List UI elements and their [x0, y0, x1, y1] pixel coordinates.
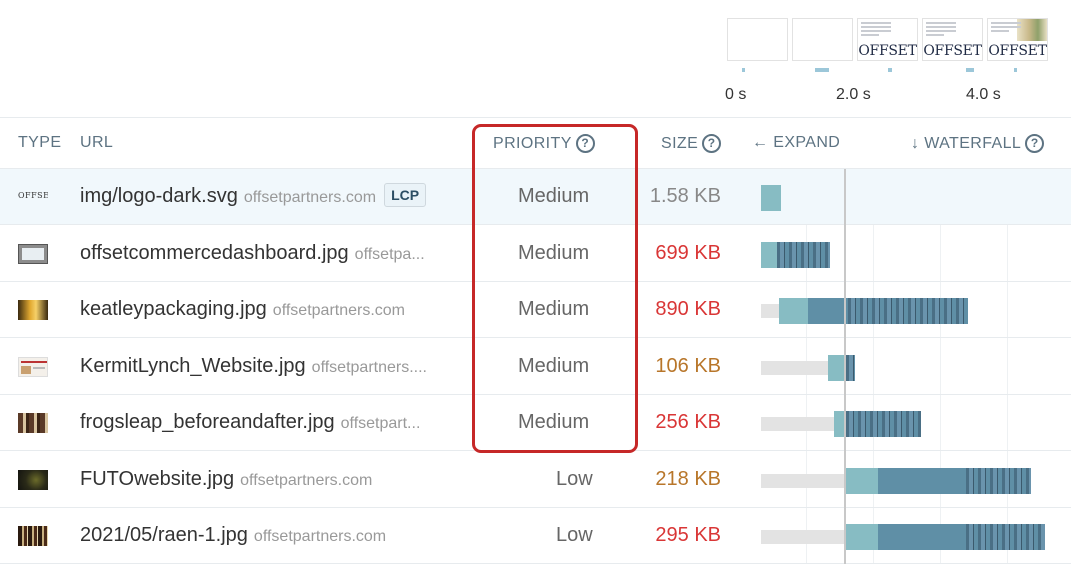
thumb-screen: [22, 248, 44, 260]
timeline-tick: [815, 68, 829, 72]
lcp-marker-line: [844, 169, 846, 564]
column-header-size[interactable]: SIZE ?: [661, 134, 722, 153]
priority-column-highlight: [472, 124, 638, 453]
filmstrip-frame[interactable]: OFFSET: [922, 18, 983, 61]
size-value: 1.58 KB: [649, 185, 721, 207]
size-value: 106 KB: [655, 355, 721, 377]
waterfall-bar-wait[interactable]: [761, 530, 846, 544]
waterfall-bar-download[interactable]: [848, 298, 968, 324]
waterfall-bar-ttfb[interactable]: [779, 298, 808, 324]
expand-button[interactable]: ← EXPAND: [752, 134, 840, 152]
file-thumbnail: OFFSET: [18, 191, 48, 203]
request-url[interactable]: KermitLynch_Website.jpg offsetpartners..…: [80, 355, 427, 378]
request-url[interactable]: img/logo-dark.svg offsetpartners.com LCP: [80, 183, 427, 209]
file-thumbnail: [18, 244, 48, 264]
help-icon[interactable]: ?: [702, 134, 722, 153]
expand-label: ← EXPAND: [752, 134, 841, 151]
request-path: frogsleap_beforeandafter.jpg: [80, 411, 335, 433]
waterfall-bar-wait[interactable]: [761, 304, 779, 318]
request-domain: offsetpartners....: [311, 359, 427, 376]
timeline-tick: [742, 68, 745, 72]
table-row[interactable]: 2021/05/raen-1.jpg offsetpartners.com Lo…: [0, 508, 1071, 564]
request-url[interactable]: offsetcommercedashboard.jpg offsetpa...: [80, 242, 425, 265]
filmstrip-frame[interactable]: OFFSET: [987, 18, 1048, 61]
waterfall-bar-download[interactable]: [966, 468, 1031, 494]
column-header-type-label: TYPE: [18, 134, 62, 151]
filmstrip-frame[interactable]: OFFSET: [857, 18, 918, 61]
request-path: offsetcommercedashboard.jpg: [80, 242, 349, 264]
frame-text-lines: [926, 22, 956, 38]
waterfall-bar[interactable]: [761, 185, 781, 211]
waterfall-bar-download[interactable]: [808, 298, 848, 324]
offset-logo: OFFSET: [18, 191, 48, 200]
column-header-url[interactable]: URL: [80, 134, 113, 152]
frame-logo: OFFSET: [988, 43, 1047, 59]
file-thumbnail: [18, 300, 48, 320]
request-path: 2021/05/raen-1.jpg: [80, 524, 248, 546]
frame-logo: OFFSET: [923, 43, 982, 59]
waterfall-bar-wait[interactable]: [761, 417, 834, 431]
frame-text-lines: [991, 22, 1021, 34]
request-domain: offsetpartners.com: [240, 472, 373, 489]
size-value: 295 KB: [655, 524, 721, 546]
time-label-0: 0 s: [725, 86, 747, 103]
waterfall-sort-button[interactable]: ↓ WATERFALL ?: [911, 134, 1045, 153]
size-value: 218 KB: [655, 468, 721, 490]
thumb-text: [33, 367, 45, 369]
waterfall-bar-download[interactable]: [966, 524, 1045, 550]
size-value: 890 KB: [655, 298, 721, 320]
timeline-tick: [966, 68, 974, 72]
timeline-tick: [1014, 68, 1017, 72]
waterfall-bar-ttfb[interactable]: [761, 242, 777, 268]
waterfall-bar-ttfb[interactable]: [846, 468, 878, 494]
file-thumbnail: [18, 357, 48, 377]
file-thumbnail: [18, 526, 48, 546]
table-row[interactable]: FUTOwebsite.jpg offsetpartners.com Low 2…: [0, 452, 1071, 508]
lcp-badge: LCP: [384, 183, 427, 207]
size-value: 699 KB: [655, 242, 721, 264]
help-icon[interactable]: ?: [1025, 134, 1045, 153]
priority-value: Low: [556, 468, 593, 490]
request-domain: offsetpartners.com: [272, 302, 406, 319]
request-url[interactable]: frogsleap_beforeandafter.jpg offsetpart.…: [80, 411, 420, 434]
request-path: img/logo-dark.svg: [80, 185, 238, 207]
file-thumbnail: [18, 413, 48, 433]
request-domain: offsetpartners.com: [253, 528, 387, 545]
waterfall-bar-ttfb[interactable]: [846, 524, 878, 550]
frame-photo: [1017, 19, 1047, 41]
waterfall-bar-download[interactable]: [878, 468, 966, 494]
column-header-type[interactable]: TYPE: [18, 134, 61, 152]
priority-value: Low: [556, 524, 593, 546]
time-label-2: 2.0 s: [836, 86, 871, 103]
request-url[interactable]: 2021/05/raen-1.jpg offsetpartners.com: [80, 524, 386, 547]
size-value: 256 KB: [655, 411, 721, 433]
thumb-image: [21, 366, 31, 374]
filmstrip-frame-blank[interactable]: [792, 18, 853, 61]
time-label-4: 4.0 s: [966, 86, 1001, 103]
request-domain: offsetpa...: [354, 246, 425, 263]
waterfall-bar-download[interactable]: [777, 242, 830, 268]
waterfall-bar-wait[interactable]: [761, 474, 846, 488]
filmstrip-frame-blank[interactable]: [727, 18, 788, 61]
waterfall-bar-wait[interactable]: [761, 361, 828, 375]
thumb-nav: [21, 361, 47, 363]
waterfall-bar-download[interactable]: [846, 411, 921, 437]
request-url[interactable]: FUTOwebsite.jpg offsetpartners.com: [80, 468, 372, 491]
file-thumbnail: [18, 470, 48, 490]
timeline-tick: [888, 68, 892, 72]
request-url[interactable]: keatleypackaging.jpg offsetpartners.com: [80, 298, 405, 321]
column-header-size-label: SIZE: [661, 134, 699, 152]
waterfall-bar-download[interactable]: [878, 524, 966, 550]
frame-text-lines: [861, 22, 891, 38]
request-path: KermitLynch_Website.jpg: [80, 355, 306, 377]
filmstrip: OFFSET OFFSET OFFSET 0 s 2.0 s 4.0 s: [0, 0, 1071, 118]
request-path: FUTOwebsite.jpg: [80, 468, 235, 490]
waterfall-label: ↓ WATERFALL: [911, 134, 1022, 152]
frame-logo: OFFSET: [858, 43, 917, 59]
request-path: keatleypackaging.jpg: [80, 298, 267, 320]
waterfall-bar-download[interactable]: [846, 355, 855, 381]
request-domain: offsetpart...: [340, 415, 421, 432]
column-header-url-label: URL: [80, 134, 114, 151]
request-domain: offsetpartners.com: [243, 189, 377, 206]
